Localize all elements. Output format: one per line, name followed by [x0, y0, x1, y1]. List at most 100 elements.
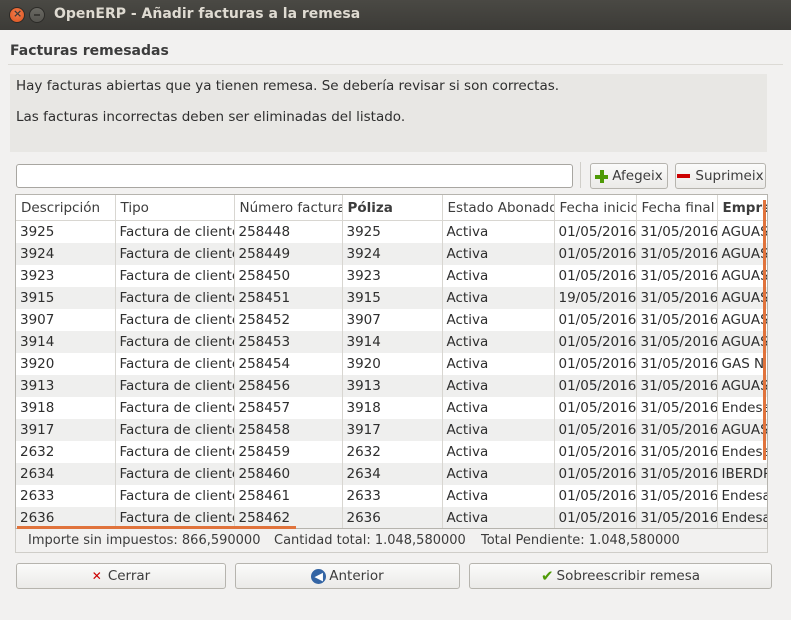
table-row[interactable]: 2632 Factura de cliente 258459 2632 Activa 01… — [16, 441, 767, 463]
total-cantidad: Cantidad total: 1.048,580000 — [274, 533, 466, 548]
column-header-numero-factura[interactable]: Número factura — [234, 195, 343, 221]
table-row[interactable]: 3925 Factura de cliente 258448 3925 Activa 01… — [16, 220, 767, 243]
cell-empresa: AGUAS — [717, 419, 767, 441]
add-button[interactable]: Afegeix — [590, 163, 668, 189]
cell-descripcion: 3923 — [16, 265, 116, 287]
cell-fecha-final: 31/05/2016 — [636, 419, 718, 441]
cell-estado-abonado: Activa — [442, 397, 555, 419]
cell-numero-factura: 258448 — [234, 220, 343, 243]
cell-fecha-inicio: 19/05/2016 — [554, 287, 637, 309]
cell-empresa: IBERDR — [717, 463, 767, 485]
cell-empresa: Endesa — [717, 397, 767, 419]
cell-descripcion: 3917 — [16, 419, 116, 441]
column-header-fecha-final[interactable]: Fecha final — [636, 195, 718, 221]
cell-empresa: AGUAS — [717, 220, 767, 243]
cell-empresa: AGUAS — [717, 375, 767, 397]
cell-estado-abonado: Activa — [442, 375, 555, 397]
column-header-tipo[interactable]: Tipo — [115, 195, 235, 221]
notice-line-2: Las facturas incorrectas deben ser elimi… — [16, 109, 406, 125]
cell-tipo: Factura de cliente — [115, 353, 235, 375]
close-window-button[interactable]: × — [9, 7, 25, 23]
cell-descripcion: 2632 — [16, 441, 116, 463]
cell-poliza: 3924 — [342, 243, 443, 265]
minimize-window-button[interactable] — [29, 7, 45, 23]
cell-poliza: 3925 — [342, 220, 443, 243]
cell-fecha-final: 31/05/2016 — [636, 397, 718, 419]
plus-icon — [595, 169, 609, 183]
section-divider — [8, 64, 783, 65]
cell-fecha-final: 31/05/2016 — [636, 331, 718, 353]
cell-tipo: Factura de cliente — [115, 331, 235, 353]
cell-fecha-final: 31/05/2016 — [636, 220, 718, 243]
cell-estado-abonado: Activa — [442, 331, 555, 353]
invoices-table[interactable]: Descripción Tipo Número factura Póliza E… — [15, 194, 768, 529]
cell-numero-factura: 258453 — [234, 331, 343, 353]
cell-empresa: AGUAS — [717, 309, 767, 331]
table-row[interactable]: 2633 Factura de cliente 258461 2633 Activa 01… — [16, 485, 767, 507]
search-input[interactable] — [16, 164, 573, 188]
cell-estado-abonado: Activa — [442, 485, 555, 507]
cell-fecha-inicio: 01/05/2016 — [554, 265, 637, 287]
remove-button[interactable]: Suprimeix — [675, 163, 766, 189]
cell-poliza: 3917 — [342, 419, 443, 441]
table-row[interactable]: 3917 Factura de cliente 258458 3917 Activa 01… — [16, 419, 767, 441]
notice-box: Hay facturas abiertas que ya tienen reme… — [10, 74, 767, 152]
cell-fecha-final: 31/05/2016 — [636, 309, 718, 331]
cell-fecha-inicio: 01/05/2016 — [554, 353, 637, 375]
cell-estado-abonado: Activa — [442, 243, 555, 265]
cell-numero-factura: 258454 — [234, 353, 343, 375]
anterior-button-label: Anterior — [329, 568, 384, 584]
cell-tipo: Factura de cliente — [115, 375, 235, 397]
table-row[interactable]: 3923 Factura de cliente 258450 3923 Activa 01… — [16, 265, 767, 287]
total-pendiente: Total Pendiente: 1.048,580000 — [481, 533, 680, 548]
cell-tipo: Factura de cliente — [115, 419, 235, 441]
table-row[interactable]: 3918 Factura de cliente 258457 3918 Activa 01… — [16, 397, 767, 419]
cell-poliza: 3918 — [342, 397, 443, 419]
table-row[interactable]: 3924 Factura de cliente 258449 3924 Activa 01… — [16, 243, 767, 265]
cell-empresa: AGUAS — [717, 243, 767, 265]
cell-descripcion: 3915 — [16, 287, 116, 309]
table-row[interactable]: 3914 Factura de cliente 258453 3914 Activa 01… — [16, 331, 767, 353]
section-title: Facturas remesadas — [10, 43, 169, 59]
cell-poliza: 3923 — [342, 265, 443, 287]
sobreescribir-button[interactable]: ✔ Sobreescribir remesa — [469, 563, 772, 589]
cell-poliza: 3913 — [342, 375, 443, 397]
cell-empresa: Endesa — [717, 485, 767, 507]
cell-fecha-inicio: 01/05/2016 — [554, 441, 637, 463]
notice-line-1: Hay facturas abiertas que ya tienen reme… — [16, 78, 560, 94]
cell-descripcion: 3913 — [16, 375, 116, 397]
cell-descripcion: 3924 — [16, 243, 116, 265]
column-header-poliza[interactable]: Póliza — [342, 195, 443, 221]
cell-descripcion: 3914 — [16, 331, 116, 353]
cell-empresa: GAS N — [717, 353, 767, 375]
minimize-icon — [34, 14, 40, 16]
cell-numero-factura: 258452 — [234, 309, 343, 331]
table-row[interactable]: 3907 Factura de cliente 258452 3907 Activa 01… — [16, 309, 767, 331]
totals-bar: Importe sin impuestos: 866,590000 Cantid… — [15, 529, 768, 553]
cell-fecha-final: 31/05/2016 — [636, 287, 718, 309]
cell-tipo: Factura de cliente — [115, 265, 235, 287]
column-header-descripcion[interactable]: Descripción — [16, 195, 116, 221]
cell-estado-abonado: Activa — [442, 419, 555, 441]
column-header-estado-abonado[interactable]: Estado Abonado — [442, 195, 555, 221]
cell-descripcion: 3907 — [16, 309, 116, 331]
column-header-empresa[interactable]: Empre — [717, 195, 767, 221]
cell-descripcion: 3925 — [16, 220, 116, 243]
table-row[interactable]: 3920 Factura de cliente 258454 3920 Activa 01… — [16, 353, 767, 375]
table-row[interactable]: 2634 Factura de cliente 258460 2634 Activa 01… — [16, 463, 767, 485]
toolbar-separator — [580, 162, 581, 188]
cell-poliza: 3915 — [342, 287, 443, 309]
table-row[interactable]: 3915 Factura de cliente 258451 3915 Activa 19… — [16, 287, 767, 309]
table-row[interactable]: 3913 Factura de cliente 258456 3913 Activa 01… — [16, 375, 767, 397]
vertical-scrollbar[interactable] — [763, 200, 766, 460]
cell-fecha-inicio: 01/05/2016 — [554, 331, 637, 353]
cell-poliza: 2633 — [342, 485, 443, 507]
cell-tipo: Factura de cliente — [115, 309, 235, 331]
cerrar-button[interactable]: ✕ Cerrar — [16, 563, 226, 589]
anterior-button[interactable]: ◀ Anterior — [235, 563, 460, 589]
column-header-fecha-inicio[interactable]: Fecha inicio — [554, 195, 637, 221]
cell-descripcion: 3918 — [16, 397, 116, 419]
cerrar-button-label: Cerrar — [107, 568, 151, 584]
cell-numero-factura: 258449 — [234, 243, 343, 265]
cell-estado-abonado: Activa — [442, 353, 555, 375]
